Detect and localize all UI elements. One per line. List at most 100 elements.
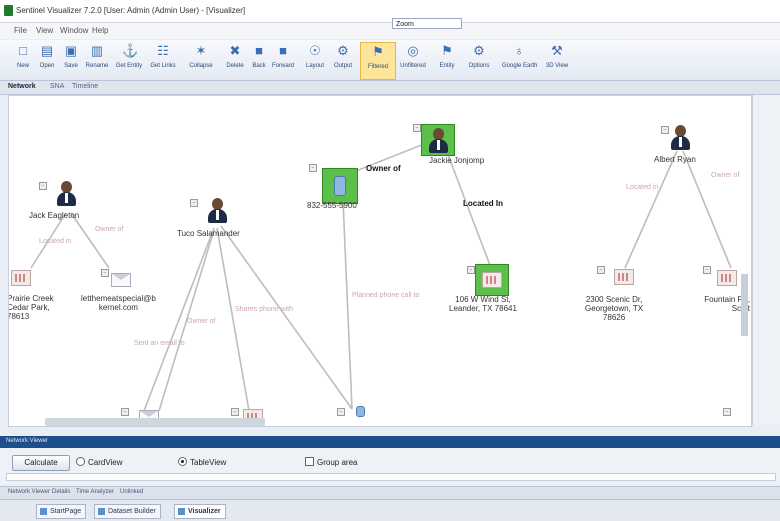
3d-view-button[interactable]: ⚒ 3D View bbox=[540, 42, 574, 78]
node-pin-icon[interactable]: − bbox=[39, 182, 47, 190]
zoom-select[interactable]: Zoom bbox=[392, 18, 462, 29]
save-icon: ▣ bbox=[64, 43, 78, 58]
node-pin-icon[interactable]: − bbox=[190, 199, 198, 207]
collapse-icon: ✶ bbox=[195, 43, 207, 58]
person-icon[interactable] bbox=[54, 179, 78, 207]
node-label-phone: 832-555-5900 bbox=[307, 201, 357, 210]
toolbar-label: 3D View bbox=[545, 63, 569, 69]
checkbox-icon bbox=[305, 457, 314, 466]
tab-timeline[interactable]: Timeline bbox=[72, 83, 98, 90]
edge-label: Sent an email to bbox=[134, 340, 185, 347]
toolbar-label: Filtered bbox=[367, 64, 388, 70]
node-label-address-right: 2300 Scenic Dr, Georgetown, TX 78626 bbox=[585, 295, 644, 322]
node-pin-icon[interactable]: − bbox=[309, 164, 317, 172]
open-icon: ▤ bbox=[40, 43, 54, 58]
collapse-button[interactable]: ✶ Collapse bbox=[184, 42, 218, 78]
phone-icon[interactable] bbox=[356, 406, 365, 417]
link-lines bbox=[30, 141, 732, 412]
address-icon[interactable] bbox=[717, 270, 737, 286]
email-icon[interactable] bbox=[111, 273, 131, 287]
menu-file[interactable]: File bbox=[14, 26, 27, 35]
edge-label: Shares phone with bbox=[235, 306, 293, 313]
toolbar-label: Get Links bbox=[150, 63, 176, 69]
options-button[interactable]: ⚙ Options bbox=[462, 42, 496, 78]
radio-icon bbox=[178, 457, 187, 466]
edge-label: Owner of bbox=[187, 318, 216, 325]
network-canvas[interactable]: − Jack Eagleton − Tuco Salamander − 832-… bbox=[8, 95, 752, 427]
node-label-albert: Albert Ryan bbox=[654, 155, 696, 164]
tab-unlinked[interactable]: Unlinked bbox=[120, 489, 143, 495]
node-label-address-left: Prairie Creek Cedar Park, 78613 bbox=[8, 294, 54, 321]
toolbar-label: Get Entity bbox=[115, 63, 143, 69]
node-pin-icon[interactable]: − bbox=[703, 266, 711, 274]
toolbar-label: Google Earth bbox=[502, 63, 538, 69]
node-pin-icon[interactable]: − bbox=[597, 266, 605, 274]
filter-icon: ⚑ bbox=[372, 44, 384, 59]
address-icon[interactable] bbox=[614, 269, 634, 285]
vertical-scrollbar[interactable] bbox=[741, 274, 748, 336]
tab-details[interactable]: Details bbox=[52, 489, 70, 495]
tab-network[interactable]: Network bbox=[8, 83, 36, 90]
tableview-radio[interactable]: TableView bbox=[178, 457, 226, 467]
tab-dataset-builder[interactable]: Dataset Builder bbox=[94, 504, 161, 519]
node-pin-icon[interactable]: − bbox=[723, 408, 731, 416]
node-pin-icon[interactable]: − bbox=[101, 269, 109, 277]
output-button[interactable]: ⚙ Output bbox=[326, 42, 360, 78]
network-viewer-list[interactable] bbox=[6, 473, 776, 481]
group-area-checkbox[interactable]: Group area bbox=[305, 457, 357, 467]
option-label: Group area bbox=[317, 458, 358, 467]
node-pin-icon[interactable]: − bbox=[231, 408, 239, 416]
tab-network-viewer[interactable]: Network Viewer bbox=[8, 489, 50, 495]
person-icon bbox=[426, 126, 450, 154]
output-icon: ⚙ bbox=[337, 43, 349, 58]
edge-label-located-in: Located In bbox=[463, 199, 504, 208]
node-label-address-mid: 106 W Wind St, Leander, TX 78641 bbox=[449, 295, 517, 313]
toolbar-label: Entity bbox=[439, 63, 455, 69]
view-tabs: Network SNA Timeline bbox=[0, 81, 780, 95]
jackie-node-selected[interactable] bbox=[421, 124, 455, 156]
edge-label: Located in bbox=[39, 238, 72, 245]
tab-visualizer[interactable]: Visualizer bbox=[174, 504, 226, 519]
google-earth-icon: ♁ bbox=[514, 43, 524, 58]
node-label-email: letthemeatspecial@b kernel.com bbox=[81, 294, 156, 312]
menu-help[interactable]: Help bbox=[92, 26, 108, 35]
calculate-button[interactable]: Calculate bbox=[12, 455, 70, 471]
toolbar: □ New ▤ Open ▣ Save ▥ Rename ⚓ Get Entity ☷ Get Lin… bbox=[0, 40, 780, 81]
node-pin-icon[interactable]: − bbox=[467, 266, 475, 274]
entity-button[interactable]: ⚑ Entity bbox=[430, 42, 464, 78]
tab-sna[interactable]: SNA bbox=[50, 83, 64, 90]
node-pin-icon[interactable]: − bbox=[121, 408, 129, 416]
filtered-button[interactable]: ⚑ Filtered bbox=[360, 42, 396, 80]
get-entity-button[interactable]: ⚓ Get Entity bbox=[112, 42, 146, 78]
node-pin-icon[interactable]: − bbox=[337, 408, 345, 416]
unfiltered-button[interactable]: ◎ Unfiltered bbox=[396, 42, 430, 78]
toolbar-label: Rename bbox=[85, 63, 109, 69]
menu-window[interactable]: Window bbox=[60, 26, 88, 35]
node-pin-icon[interactable]: − bbox=[413, 124, 421, 132]
delete-icon: ✖ bbox=[229, 43, 241, 58]
option-label: CardView bbox=[88, 458, 123, 467]
phone-node-selected[interactable] bbox=[322, 168, 358, 204]
edge-label: Owner of bbox=[711, 172, 740, 179]
google-earth-button[interactable]: ♁ Google Earth bbox=[502, 42, 538, 78]
address-icon[interactable] bbox=[11, 270, 31, 286]
rename-icon: ▥ bbox=[90, 43, 104, 58]
forward-button[interactable]: ■ Forward bbox=[266, 42, 300, 78]
layout-icon: ☉ bbox=[309, 43, 321, 58]
tab-startpage[interactable]: StartPage bbox=[36, 504, 87, 519]
cardview-radio[interactable]: CardView bbox=[76, 457, 123, 467]
menu-view[interactable]: View bbox=[36, 26, 53, 35]
tab-time-analyzer[interactable]: Time Analyzer bbox=[76, 489, 114, 495]
address-node-selected[interactable] bbox=[475, 264, 509, 296]
toolbar-label: Unfiltered bbox=[400, 63, 426, 69]
person-icon[interactable] bbox=[668, 123, 692, 151]
phone-icon bbox=[334, 176, 346, 196]
app-icon bbox=[4, 5, 13, 16]
network-viewer-header: Network Viewer bbox=[0, 436, 780, 448]
get-entity-icon: ⚓ bbox=[122, 43, 139, 58]
node-label-jackie: Jackie Jonjomp bbox=[429, 156, 485, 165]
get-links-button[interactable]: ☷ Get Links bbox=[146, 42, 180, 78]
horizontal-scrollbar[interactable] bbox=[45, 418, 265, 426]
person-icon[interactable] bbox=[205, 196, 229, 224]
rename-button[interactable]: ▥ Rename bbox=[80, 42, 114, 78]
